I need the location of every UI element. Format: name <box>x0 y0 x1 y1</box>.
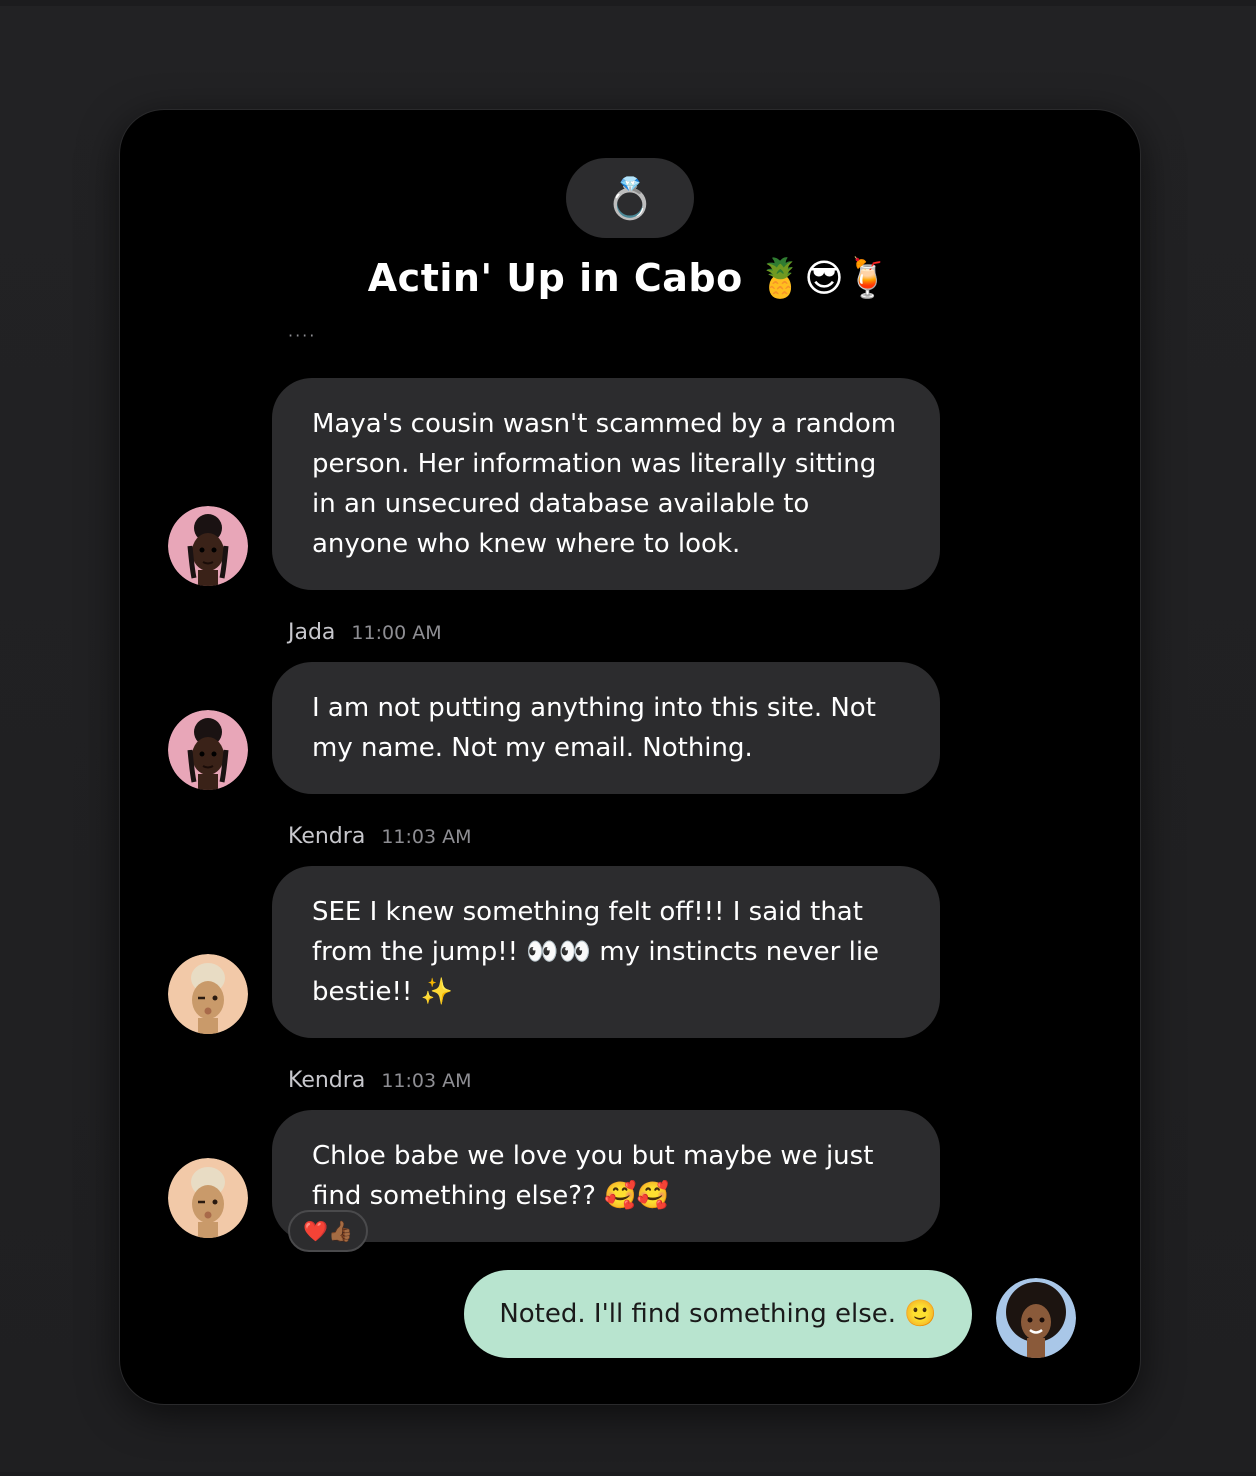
jada-avatar[interactable] <box>168 506 248 586</box>
chat-window: 💍 Actin' Up in Cabo 🍍😎🍹 ···· Maya's cous… <box>120 110 1140 1404</box>
jada-avatar[interactable] <box>168 710 248 790</box>
message-time: 11:03 AM <box>381 826 472 848</box>
message-bubble[interactable]: Maya's cousin wasn't scammed by a random… <box>272 378 940 590</box>
sender-name: Jada <box>288 620 336 645</box>
message-bubble[interactable]: I am not putting anything into this site… <box>272 662 940 794</box>
message-reactions[interactable]: ❤️👍🏾 <box>288 1210 368 1252</box>
message-time: 11:03 AM <box>381 1070 472 1092</box>
group-title[interactable]: Actin' Up in Cabo 🍍😎🍹 <box>120 256 1140 301</box>
kendra-avatar[interactable] <box>168 1158 248 1238</box>
message-meta: Jada 11:00 AM <box>288 620 442 650</box>
message-time: 11:00 AM <box>351 622 442 644</box>
kendra-avatar[interactable] <box>168 954 248 1034</box>
message-bubble[interactable]: SEE I knew something felt off!!! I said … <box>272 866 940 1038</box>
ring-icon: 💍 <box>605 175 655 222</box>
outgoing-message-bubble[interactable]: Noted. I'll find something else. 🙂 <box>464 1270 972 1358</box>
sender-name: Kendra <box>288 824 366 849</box>
my-avatar[interactable] <box>996 1278 1076 1358</box>
message-bubble[interactable]: Chloe babe we love you but maybe we just… <box>272 1110 940 1242</box>
message-meta: Kendra 11:03 AM <box>288 1068 472 1098</box>
sender-name: Kendra <box>288 1068 366 1093</box>
message-meta: Kendra 11:03 AM <box>288 824 472 854</box>
clipped-sender-label: ···· <box>288 326 317 345</box>
group-icon[interactable]: 💍 <box>566 158 694 238</box>
